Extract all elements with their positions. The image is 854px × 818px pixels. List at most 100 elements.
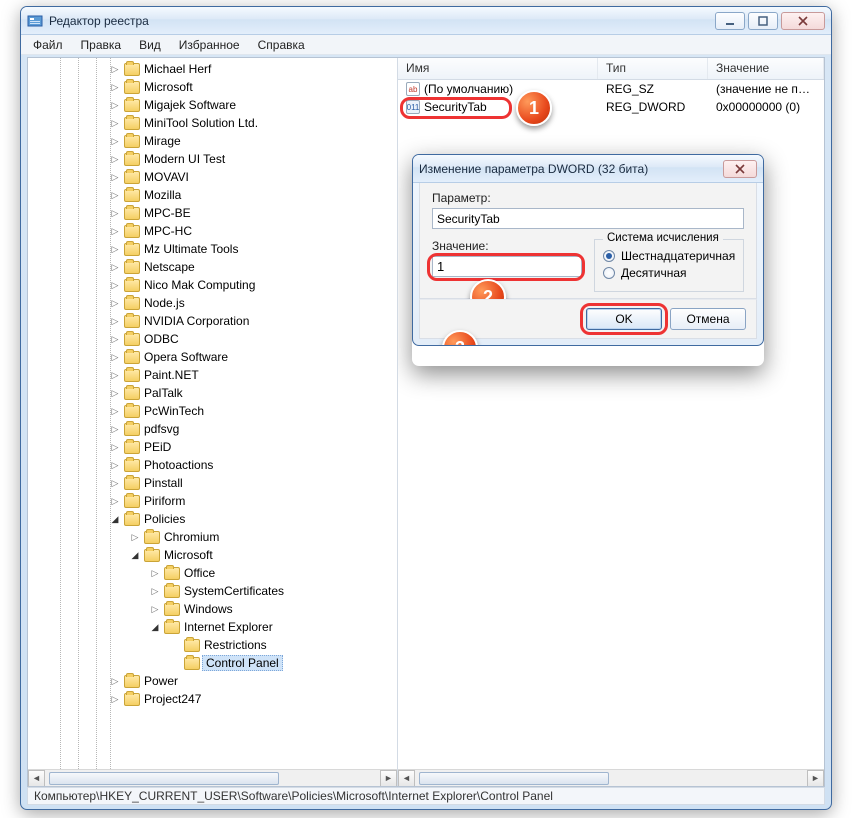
expander-icon[interactable]: ▷	[130, 532, 140, 542]
scroll-left-button[interactable]: ◄	[28, 770, 45, 787]
menu-edit[interactable]: Правка	[73, 36, 130, 54]
column-type[interactable]: Тип	[598, 58, 708, 79]
radix-hex-option[interactable]: Шестнадцатеричная	[603, 249, 735, 263]
dialog-titlebar[interactable]: Изменение параметра DWORD (32 бита)	[413, 155, 763, 183]
cancel-button[interactable]: Отмена	[670, 308, 746, 330]
tree-item[interactable]: ▷Chromium	[28, 528, 397, 546]
tree-item[interactable]: ◢Internet Explorer	[28, 618, 397, 636]
tree-item[interactable]: ◢Policies	[28, 510, 397, 528]
tree-item[interactable]: ▷Microsoft	[28, 78, 397, 96]
expander-icon[interactable]: ▷	[110, 442, 120, 452]
expander-icon[interactable]: ▷	[110, 280, 120, 290]
tree-item[interactable]: ▷PcWinTech	[28, 402, 397, 420]
menu-favorites[interactable]: Избранное	[171, 36, 248, 54]
expander-icon[interactable]: ▷	[110, 370, 120, 380]
expander-icon[interactable]: ▷	[110, 82, 120, 92]
maximize-button[interactable]	[748, 12, 778, 30]
tree-item[interactable]: ▷Mirage	[28, 132, 397, 150]
expander-icon[interactable]: ▷	[110, 352, 120, 362]
expander-icon[interactable]: ▷	[110, 388, 120, 398]
param-field[interactable]	[432, 208, 744, 229]
tree-item[interactable]: ▷SystemCertificates	[28, 582, 397, 600]
expander-icon[interactable]: ▷	[110, 64, 120, 74]
expander-icon[interactable]: ◢	[110, 514, 120, 524]
tree-item[interactable]: ▷Modern UI Test	[28, 150, 397, 168]
expander-icon[interactable]: ▷	[110, 154, 120, 164]
menu-view[interactable]: Вид	[131, 36, 169, 54]
menu-help[interactable]: Справка	[250, 36, 313, 54]
expander-icon[interactable]: ▷	[110, 694, 120, 704]
tree-item[interactable]: ▷Photoactions	[28, 456, 397, 474]
scroll-track[interactable]	[415, 770, 807, 787]
expander-icon[interactable]: ▷	[110, 298, 120, 308]
tree-item[interactable]: ▷ODBC	[28, 330, 397, 348]
tree-item[interactable]: ▷Netscape	[28, 258, 397, 276]
expander-icon[interactable]: ▷	[150, 586, 160, 596]
scroll-left-button[interactable]: ◄	[398, 770, 415, 787]
scroll-thumb[interactable]	[49, 772, 279, 785]
tree-item[interactable]: ▷MPC-BE	[28, 204, 397, 222]
tree-item[interactable]: ▷MiniTool Solution Ltd.	[28, 114, 397, 132]
tree-item[interactable]: Restrictions	[28, 636, 397, 654]
tree-item[interactable]: ◢Microsoft	[28, 546, 397, 564]
registry-tree[interactable]: ▷Michael Herf▷Microsoft▷Migajek Software…	[28, 58, 397, 769]
value-field[interactable]	[432, 256, 582, 277]
minimize-button[interactable]	[715, 12, 745, 30]
tree-item[interactable]: ▷Nico Mak Computing	[28, 276, 397, 294]
tree-item[interactable]: Control Panel	[28, 654, 397, 672]
tree-item[interactable]: ▷Paint.NET	[28, 366, 397, 384]
expander-icon[interactable]: ▷	[110, 118, 120, 128]
expander-icon[interactable]: ▷	[110, 190, 120, 200]
tree-item[interactable]: ▷PalTalk	[28, 384, 397, 402]
tree-item[interactable]: ▷pdfsvg	[28, 420, 397, 438]
expander-icon[interactable]: ▷	[110, 406, 120, 416]
value-row[interactable]: ab(По умолчанию)REG_SZ(значение не присв…	[398, 80, 824, 98]
menu-file[interactable]: Файл	[25, 36, 71, 54]
tree-item[interactable]: ▷NVIDIA Corporation	[28, 312, 397, 330]
ok-button[interactable]: OK	[586, 308, 662, 330]
expander-icon[interactable]: ▷	[110, 262, 120, 272]
tree-item[interactable]: ▷Opera Software	[28, 348, 397, 366]
titlebar[interactable]: Редактор реестра	[21, 7, 831, 35]
expander-icon[interactable]: ◢	[150, 622, 160, 632]
expander-icon[interactable]: ◢	[130, 550, 140, 560]
expander-icon[interactable]: ▷	[110, 226, 120, 236]
expander-icon[interactable]: ▷	[110, 478, 120, 488]
expander-icon[interactable]: ▷	[110, 676, 120, 686]
tree-item[interactable]: ▷Pinstall	[28, 474, 397, 492]
expander-icon[interactable]: ▷	[150, 604, 160, 614]
tree-item[interactable]: ▷Power	[28, 672, 397, 690]
tree-item[interactable]: ▷Project247	[28, 690, 397, 708]
radix-dec-option[interactable]: Десятичная	[603, 266, 735, 280]
expander-icon[interactable]: ▷	[150, 568, 160, 578]
close-button[interactable]	[781, 12, 825, 30]
scroll-right-button[interactable]: ►	[807, 770, 824, 787]
dialog-close-button[interactable]	[723, 160, 757, 178]
expander-icon[interactable]: ▷	[110, 244, 120, 254]
scroll-thumb[interactable]	[419, 772, 609, 785]
column-value[interactable]: Значение	[708, 58, 824, 79]
tree-item[interactable]: ▷Mz Ultimate Tools	[28, 240, 397, 258]
expander-icon[interactable]: ▷	[110, 496, 120, 506]
expander-icon[interactable]: ▷	[110, 316, 120, 326]
tree-item[interactable]: ▷MPC-HC	[28, 222, 397, 240]
expander-icon[interactable]: ▷	[110, 334, 120, 344]
expander-icon[interactable]: ▷	[110, 100, 120, 110]
tree-item[interactable]: ▷Piriform	[28, 492, 397, 510]
expander-icon[interactable]: ▷	[110, 136, 120, 146]
tree-item[interactable]: ▷Windows	[28, 600, 397, 618]
tree-item[interactable]: ▷Node.js	[28, 294, 397, 312]
value-row[interactable]: 011SecurityTabREG_DWORD0x00000000 (0)	[398, 98, 824, 116]
expander-icon[interactable]: ▷	[110, 172, 120, 182]
expander-icon[interactable]: ▷	[110, 460, 120, 470]
scroll-right-button[interactable]: ►	[380, 770, 397, 787]
scroll-track[interactable]	[45, 770, 380, 787]
column-name[interactable]: Имя	[398, 58, 598, 79]
tree-item[interactable]: ▷MOVAVI	[28, 168, 397, 186]
tree-item[interactable]: ▷Mozilla	[28, 186, 397, 204]
tree-item[interactable]: ▷PEiD	[28, 438, 397, 456]
expander-icon[interactable]: ▷	[110, 424, 120, 434]
expander-icon[interactable]: ▷	[110, 208, 120, 218]
tree-item[interactable]: ▷Office	[28, 564, 397, 582]
tree-scrollbar[interactable]: ◄ ►	[28, 769, 397, 786]
